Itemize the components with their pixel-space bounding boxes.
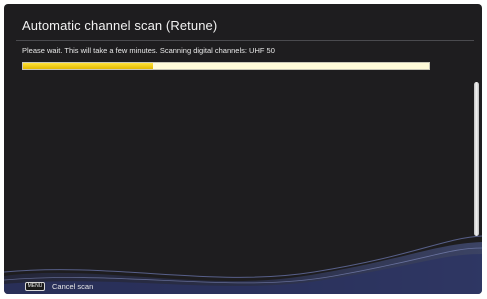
menu-key-icon[interactable]: MENU (25, 282, 45, 291)
scrollbar[interactable] (474, 82, 479, 236)
dialog-title: Automatic channel scan (Retune) (22, 18, 218, 33)
tv-screen: Automatic channel scan (Retune) Please w… (4, 4, 482, 294)
scan-status-message: Please wait. This will take a few minute… (22, 46, 275, 55)
scan-progress-bar (22, 62, 430, 70)
title-divider (16, 40, 474, 41)
scan-progress-fill (23, 63, 153, 69)
cancel-scan-label[interactable]: Cancel scan (52, 282, 93, 291)
